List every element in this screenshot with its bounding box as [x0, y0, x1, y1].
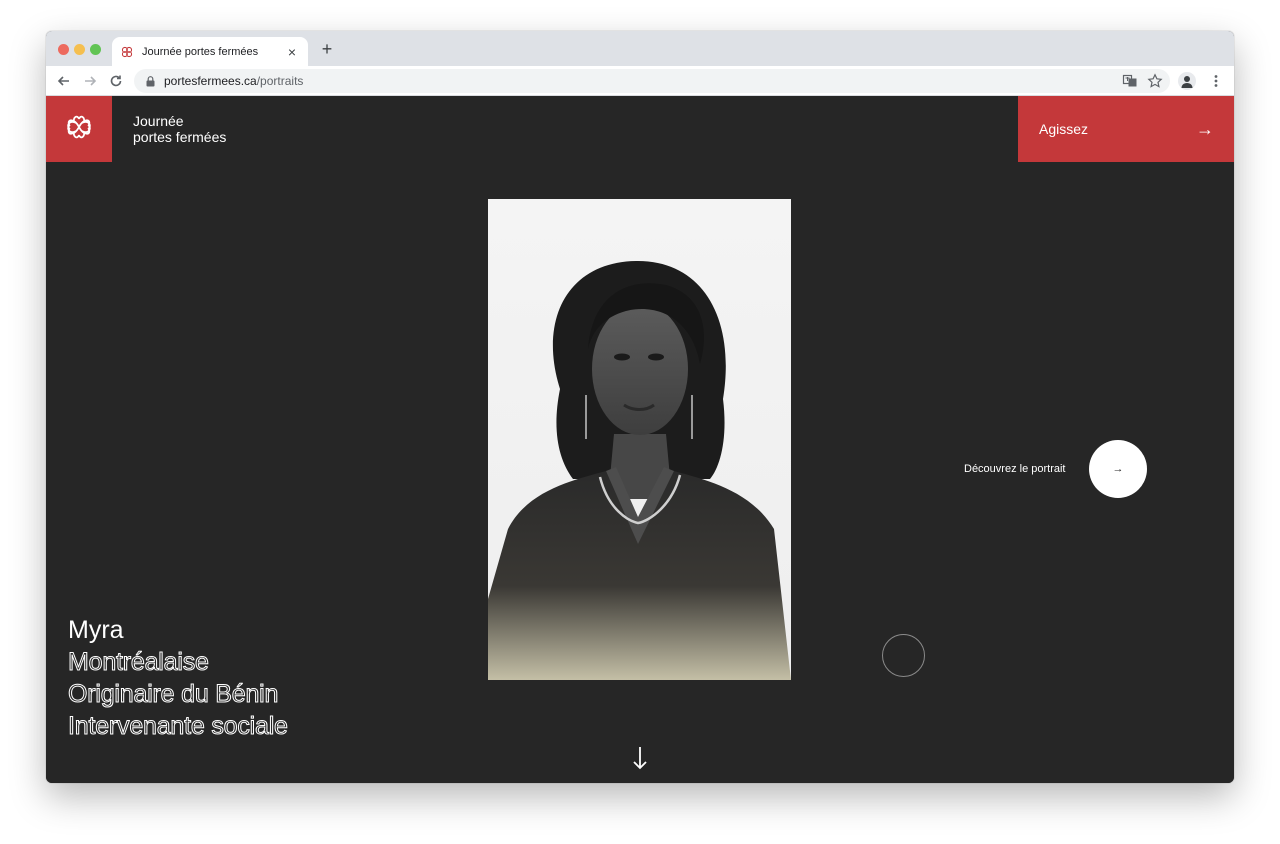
agissez-label: Agissez [1039, 121, 1089, 137]
brand-line-1: Journée [133, 113, 184, 129]
portrait-photo[interactable] [488, 199, 791, 680]
portrait-detail-occupation: Intervenante sociale [68, 712, 289, 741]
tab-title: Journée portes fermées [142, 45, 259, 58]
maximize-window-button[interactable] [90, 44, 101, 55]
address-bar[interactable]: portesfermees.ca /portraits [134, 69, 1170, 93]
browser-window: Journée portes fermées × + portesfermees… [46, 31, 1234, 783]
arrow-right-icon: → [1112, 463, 1124, 475]
brand-line-2: portes fermées [133, 129, 227, 145]
browser-tab[interactable]: Journée portes fermées × [112, 37, 308, 66]
site-logo-icon [63, 111, 95, 148]
url-path: /portraits [256, 74, 304, 88]
page-content: Journée portes fermées Agissez → Découvr… [46, 96, 1234, 783]
browser-toolbar: portesfermees.ca /portraits [46, 66, 1234, 96]
reload-icon[interactable] [108, 73, 124, 89]
site-logo-icon [120, 45, 134, 59]
new-tab-button[interactable]: + [318, 40, 336, 58]
close-window-button[interactable] [58, 44, 69, 55]
agissez-button[interactable]: Agissez → [1018, 96, 1234, 162]
portrait-name: Myra [68, 616, 124, 644]
discover-portrait-label[interactable]: Découvrez le portrait [964, 463, 1066, 475]
profile-icon[interactable] [1178, 72, 1196, 90]
tab-close-icon[interactable]: × [284, 44, 300, 60]
minimize-window-button[interactable] [74, 44, 85, 55]
scroll-down-icon[interactable] [630, 745, 650, 771]
forward-icon[interactable] [82, 73, 98, 89]
star-icon[interactable] [1147, 73, 1163, 89]
cursor-ring [882, 634, 925, 677]
brand-title[interactable]: Journée portes fermées [133, 113, 226, 145]
home-logo-button[interactable] [46, 96, 112, 162]
url-host: portesfermees.ca [164, 74, 257, 88]
arrow-right-icon: → [1196, 118, 1214, 139]
portrait-detail-city: Montréalaise [68, 648, 210, 677]
menu-icon[interactable] [1208, 73, 1224, 89]
back-icon[interactable] [56, 73, 72, 89]
lock-icon [146, 75, 155, 87]
discover-portrait-button[interactable]: → [1089, 440, 1147, 498]
portrait-detail-origin: Originaire du Bénin [67, 680, 279, 709]
translate-icon[interactable] [1122, 73, 1138, 89]
tab-strip: Journée portes fermées × + [46, 31, 1234, 66]
